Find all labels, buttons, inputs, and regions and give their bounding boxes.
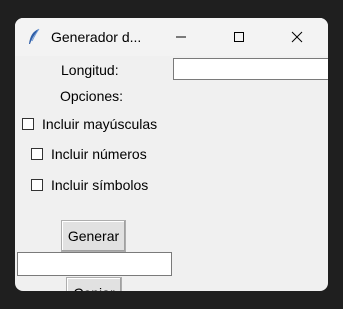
maximize-icon bbox=[234, 32, 244, 42]
copy-button[interactable]: Copiar bbox=[66, 277, 122, 291]
length-label: Longitud: bbox=[61, 62, 119, 78]
form-area: Longitud: Opciones: Incluir mayúsculas I… bbox=[15, 56, 328, 291]
numbers-label: Incluir números bbox=[51, 146, 147, 162]
window-title: Generador d... bbox=[51, 29, 142, 45]
length-input[interactable] bbox=[173, 58, 328, 80]
minimize-button[interactable] bbox=[158, 18, 204, 56]
feather-icon bbox=[27, 28, 41, 46]
output-field[interactable] bbox=[17, 252, 172, 276]
app-window: Generador d... Longitud: Opciones: Inclu… bbox=[15, 18, 328, 291]
maximize-button[interactable] bbox=[216, 18, 262, 56]
close-button[interactable] bbox=[274, 18, 320, 56]
close-icon bbox=[291, 31, 303, 43]
symbols-label: Incluir símbolos bbox=[51, 177, 149, 193]
minimize-icon bbox=[176, 36, 186, 38]
uppercase-checkbox[interactable] bbox=[22, 118, 34, 130]
title-bar[interactable]: Generador d... bbox=[15, 18, 328, 56]
option-uppercase[interactable]: Incluir mayúsculas bbox=[22, 116, 157, 132]
symbols-checkbox[interactable] bbox=[31, 179, 43, 191]
option-numbers[interactable]: Incluir números bbox=[31, 146, 147, 162]
uppercase-label: Incluir mayúsculas bbox=[42, 116, 158, 132]
generate-button[interactable]: Generar bbox=[61, 220, 126, 252]
numbers-checkbox[interactable] bbox=[31, 148, 43, 160]
option-symbols[interactable]: Incluir símbolos bbox=[31, 177, 148, 193]
options-label: Opciones: bbox=[60, 88, 124, 104]
